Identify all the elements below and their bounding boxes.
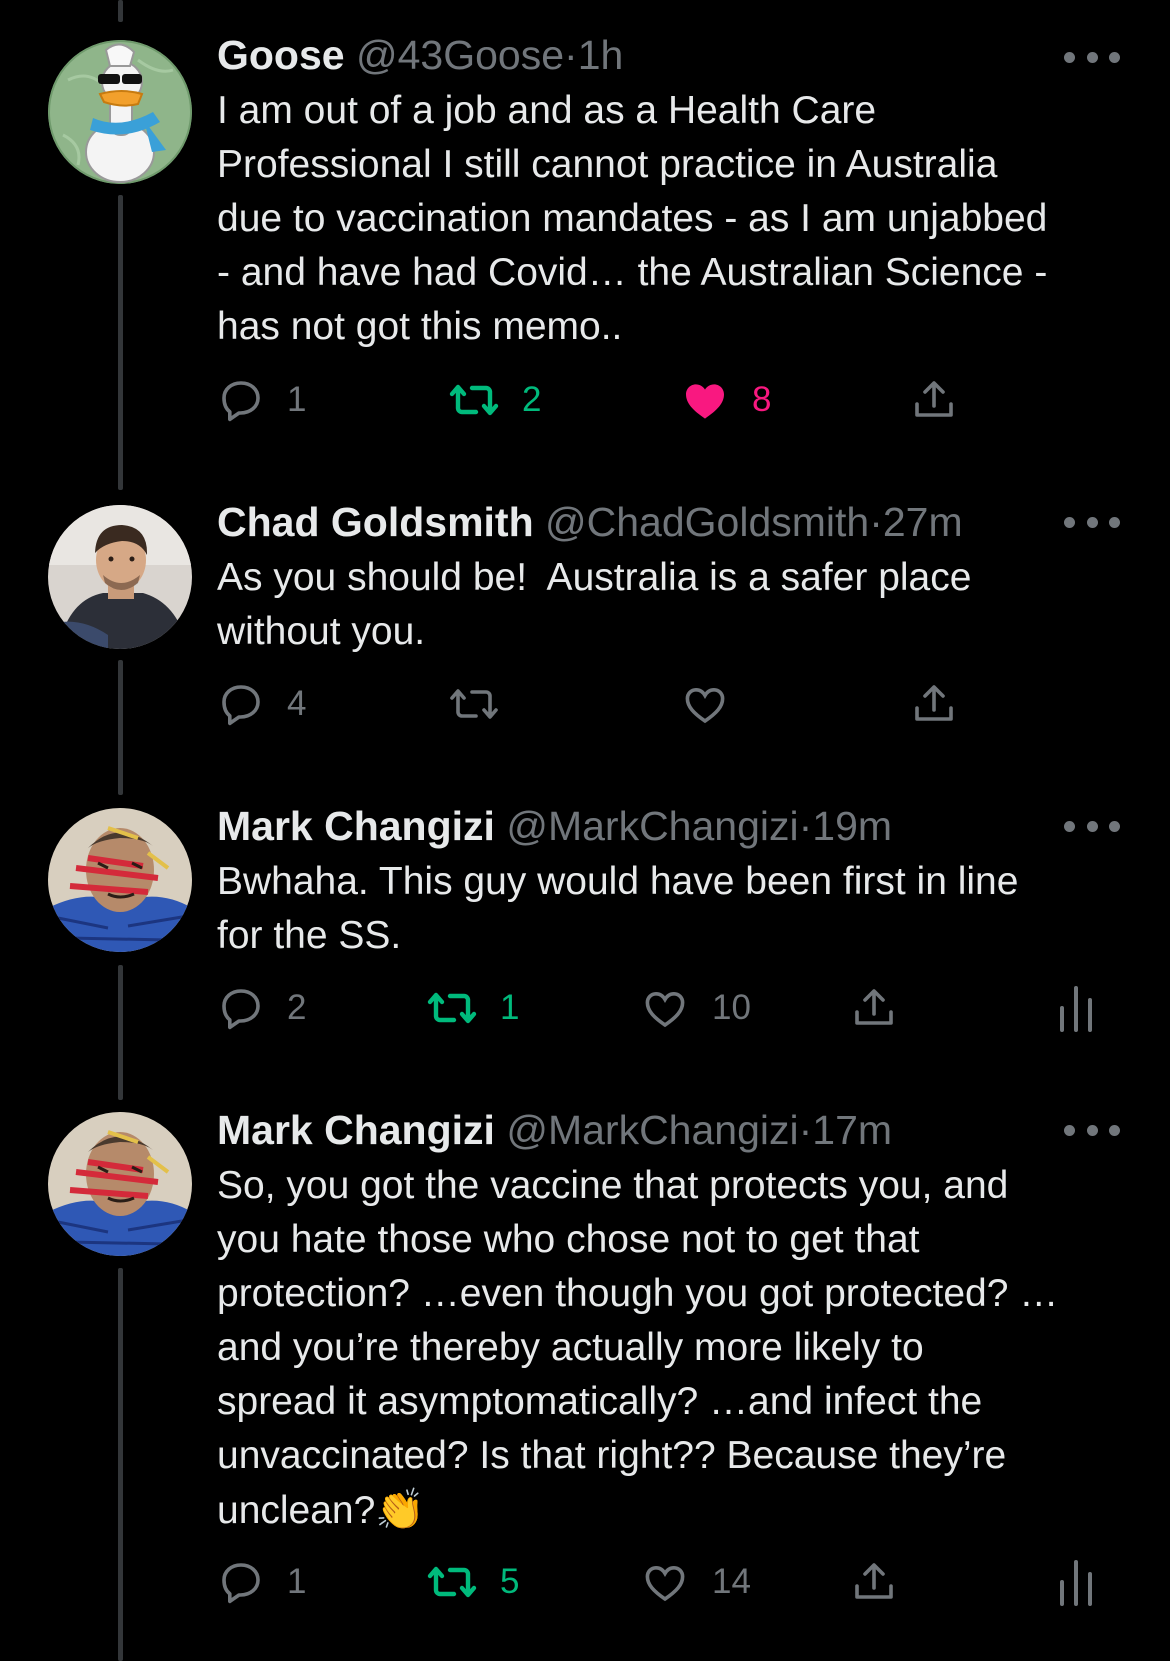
retweet-button[interactable]: 1 [426, 978, 519, 1038]
avatar[interactable] [48, 505, 192, 649]
like-icon [685, 687, 725, 724]
reply-icon [222, 1563, 260, 1604]
display-name[interactable]: Chad Goldsmith [217, 499, 534, 545]
display-name[interactable]: Mark Changizi [217, 1107, 495, 1153]
reply-count: 4 [287, 684, 307, 723]
retweet-icon [450, 689, 498, 719]
thread-line [118, 1268, 123, 1661]
thread-line [118, 195, 123, 490]
user-handle[interactable]: @ChadGoldsmith [545, 499, 869, 545]
reply-count: 1 [287, 380, 307, 419]
display-name[interactable]: Goose [217, 32, 345, 78]
timestamp[interactable]: 19m [812, 803, 892, 849]
timestamp[interactable]: 1h [578, 32, 624, 78]
chad-avatar [48, 505, 192, 649]
share-button[interactable] [850, 1552, 898, 1612]
retweet-button[interactable]: 2 [448, 370, 541, 430]
analytics-icon [1060, 986, 1092, 1032]
more-icon[interactable] [1064, 811, 1120, 841]
reply-icon [222, 381, 260, 422]
retweet-count: 5 [500, 1562, 520, 1601]
timestamp[interactable]: 27m [883, 499, 963, 545]
tweet-header: Mark Changizi @MarkChangizi·19m [217, 801, 892, 851]
share-icon [915, 685, 953, 721]
retweet-count: 1 [500, 988, 520, 1027]
tweet-text: As you should be! Australia is a safer p… [217, 556, 972, 653]
avatar[interactable] [48, 808, 192, 952]
like-button[interactable]: 8 [680, 370, 771, 430]
like-count: 14 [712, 1562, 751, 1601]
like-button[interactable]: 10 [640, 978, 751, 1038]
avatar[interactable] [48, 40, 192, 184]
retweet-count: 2 [522, 380, 542, 419]
like-button[interactable] [680, 674, 730, 734]
share-icon [915, 381, 953, 417]
reply-count: 2 [287, 988, 307, 1027]
tweet-header: Mark Changizi @MarkChangizi·17m [217, 1105, 892, 1155]
timestamp[interactable]: 17m [812, 1107, 892, 1153]
thread-line [118, 965, 123, 1100]
clapping-hands-emoji: 👏 [375, 1488, 426, 1532]
reply-button[interactable]: 2 [217, 978, 306, 1038]
reply-button[interactable]: 4 [217, 674, 306, 734]
like-count: 10 [712, 988, 751, 1027]
like-button[interactable]: 14 [640, 1552, 751, 1612]
mark-avatar [48, 1112, 192, 1256]
reply-count: 1 [287, 1562, 307, 1601]
reply-icon [222, 685, 260, 726]
more-icon[interactable] [1064, 507, 1120, 537]
goose-avatar [48, 40, 192, 184]
share-icon [855, 1563, 893, 1599]
reply-button[interactable]: 1 [217, 370, 306, 430]
reply-button[interactable]: 1 [217, 1552, 306, 1612]
retweet-icon [449, 384, 499, 416]
separator-dot: · [564, 32, 578, 78]
user-handle[interactable]: @MarkChangizi [506, 1107, 798, 1153]
retweet-icon [427, 1566, 477, 1598]
thread-line [118, 660, 123, 795]
retweet-button[interactable] [448, 674, 500, 734]
share-button[interactable] [850, 978, 898, 1038]
tweet-text: Bwhaha. This guy would have been first i… [217, 860, 1019, 957]
more-icon[interactable] [1064, 42, 1120, 72]
tweet-text-body: So, you got the vaccine that protects yo… [217, 1164, 1059, 1532]
mark-avatar [48, 808, 192, 952]
separator-dot: · [869, 499, 883, 545]
thread-line [118, 0, 123, 22]
separator-dot: · [798, 803, 813, 849]
like-icon [645, 1565, 685, 1602]
analytics-button[interactable] [1054, 1552, 1098, 1612]
like-count: 8 [752, 380, 772, 419]
user-handle[interactable]: @43Goose [356, 32, 564, 78]
display-name[interactable]: Mark Changizi [217, 803, 495, 849]
user-handle[interactable]: @MarkChangizi [506, 803, 798, 849]
reply-icon [222, 989, 260, 1030]
separator-dot: · [798, 1107, 813, 1153]
avatar[interactable] [48, 1112, 192, 1256]
analytics-icon [1060, 1560, 1092, 1606]
like-icon [645, 991, 685, 1028]
retweet-button[interactable]: 5 [426, 1552, 519, 1612]
share-button[interactable] [910, 370, 958, 430]
tweet-text: So, you got the vaccine that protects yo… [217, 1159, 1127, 1538]
like-icon [686, 384, 724, 419]
tweet-header: Goose @43Goose·1h [217, 30, 623, 80]
tweet-text: I am out of a job and as a Health Care P… [217, 89, 1048, 348]
more-icon[interactable] [1064, 1115, 1120, 1145]
analytics-button[interactable] [1054, 978, 1098, 1038]
share-button[interactable] [910, 674, 958, 734]
retweet-icon [427, 992, 477, 1024]
tweet-header: Chad Goldsmith @ChadGoldsmith·27m [217, 497, 963, 547]
share-icon [855, 989, 893, 1025]
